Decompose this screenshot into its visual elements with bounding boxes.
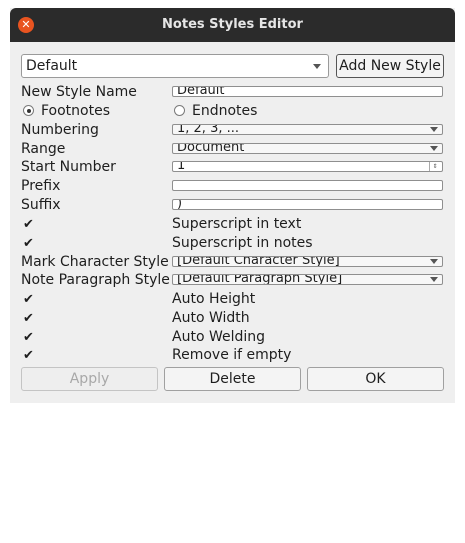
superscript-notes-row: ✔ Superscript in notes xyxy=(10,234,455,252)
numbering-row: Numbering 1, 2, 3, ... xyxy=(10,121,455,139)
suffix-value: ) xyxy=(177,199,183,210)
style-select-value: Default xyxy=(26,58,78,74)
range-label: Range xyxy=(21,141,66,157)
new-style-name-row: New Style Name Default xyxy=(10,83,455,101)
start-number-row: Start Number 1 ⇕ xyxy=(10,158,455,176)
remove-if-empty-row: ✔ Remove if empty xyxy=(10,346,455,364)
title-bar: ✕ Notes Styles Editor xyxy=(10,8,455,42)
note-para-style-select[interactable]: [Default Paragraph Style] xyxy=(172,274,443,285)
chevron-down-icon xyxy=(430,259,438,264)
auto-width-checkbox[interactable]: ✔ xyxy=(23,312,34,325)
start-number-value: 1 xyxy=(177,161,186,172)
auto-width-label: Auto Width xyxy=(172,310,250,326)
endnotes-radio[interactable] xyxy=(174,105,185,116)
auto-height-checkbox[interactable]: ✔ xyxy=(23,293,34,306)
auto-welding-row: ✔ Auto Welding xyxy=(10,328,455,346)
spin-arrows-icon[interactable]: ⇕ xyxy=(429,162,440,171)
ok-button[interactable]: OK xyxy=(307,367,444,391)
new-style-name-value: Default xyxy=(177,86,225,97)
remove-if-empty-label: Remove if empty xyxy=(172,347,292,363)
superscript-notes-checkbox[interactable]: ✔ xyxy=(23,237,34,250)
notes-styles-editor-dialog: ✕ Notes Styles Editor Default Add New St… xyxy=(10,8,455,403)
window-title: Notes Styles Editor xyxy=(162,17,303,32)
numbering-select[interactable]: 1, 2, 3, ... xyxy=(172,124,443,135)
auto-welding-checkbox[interactable]: ✔ xyxy=(23,331,34,344)
mark-char-style-label: Mark Character Style xyxy=(21,254,169,270)
chevron-down-icon xyxy=(430,127,438,132)
suffix-label: Suffix xyxy=(21,197,61,213)
numbering-value: 1, 2, 3, ... xyxy=(177,124,240,135)
start-number-label: Start Number xyxy=(21,159,116,175)
auto-height-label: Auto Height xyxy=(172,291,256,307)
delete-button[interactable]: Delete xyxy=(164,367,301,391)
chevron-down-icon xyxy=(313,64,321,69)
footnotes-radio[interactable] xyxy=(23,105,34,116)
prefix-label: Prefix xyxy=(21,178,61,194)
chevron-down-icon xyxy=(430,146,438,151)
suffix-input[interactable]: ) xyxy=(172,199,443,210)
note-para-style-row: Note Paragraph Style [Default Paragraph … xyxy=(10,271,455,289)
suffix-row: Suffix ) xyxy=(10,196,455,214)
new-style-name-label: New Style Name xyxy=(21,84,137,100)
prefix-input[interactable] xyxy=(172,180,443,191)
range-row: Range Document xyxy=(10,140,455,158)
auto-height-row: ✔ Auto Height xyxy=(10,290,455,308)
mark-char-style-row: Mark Character Style [Default Character … xyxy=(10,253,455,271)
add-new-style-button[interactable]: Add New Style xyxy=(336,54,444,78)
superscript-text-checkbox[interactable]: ✔ xyxy=(23,218,34,231)
apply-button[interactable]: Apply xyxy=(21,367,158,391)
auto-welding-label: Auto Welding xyxy=(172,329,266,345)
start-number-spinbox[interactable]: 1 ⇕ xyxy=(172,161,443,172)
mark-char-style-select[interactable]: [Default Character Style] xyxy=(172,256,443,267)
auto-width-row: ✔ Auto Width xyxy=(10,309,455,327)
style-select[interactable]: Default xyxy=(21,54,329,78)
note-para-style-value: [Default Paragraph Style] xyxy=(177,274,343,285)
mark-char-style-value: [Default Character Style] xyxy=(177,256,340,267)
note-type-row: Footnotes Endnotes xyxy=(10,102,455,120)
numbering-label: Numbering xyxy=(21,122,99,138)
superscript-text-row: ✔ Superscript in text xyxy=(10,215,455,233)
new-style-name-input[interactable]: Default xyxy=(172,86,443,97)
prefix-row: Prefix xyxy=(10,177,455,195)
chevron-down-icon xyxy=(430,277,438,282)
footnotes-label: Footnotes xyxy=(41,103,111,119)
remove-if-empty-checkbox[interactable]: ✔ xyxy=(23,349,34,362)
note-para-style-label: Note Paragraph Style xyxy=(21,272,170,288)
range-value: Document xyxy=(177,143,245,154)
superscript-notes-label: Superscript in notes xyxy=(172,235,313,251)
superscript-text-label: Superscript in text xyxy=(172,216,302,232)
range-select[interactable]: Document xyxy=(172,143,443,154)
endnotes-label: Endnotes xyxy=(192,103,258,119)
